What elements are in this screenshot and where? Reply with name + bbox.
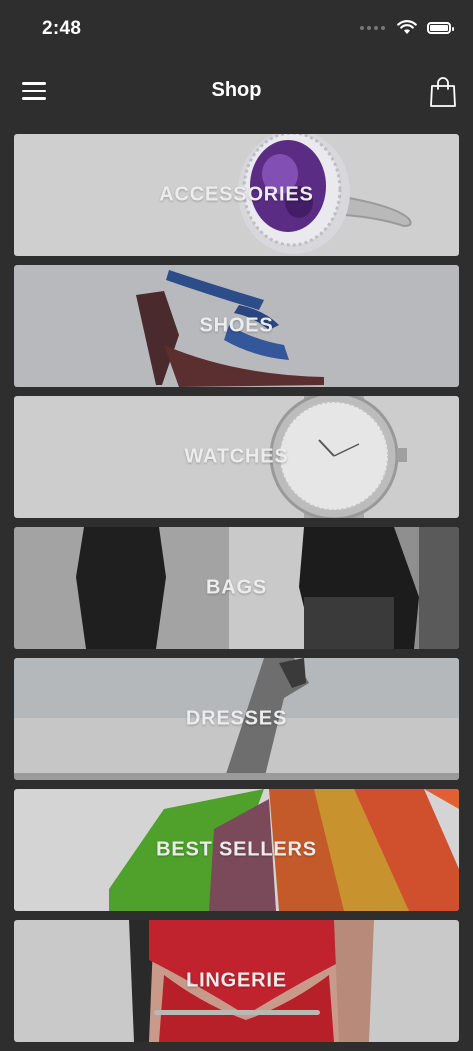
status-time: 2:48	[42, 18, 82, 39]
page-title: Shop	[211, 79, 262, 101]
category-label: DRESSES	[185, 707, 288, 730]
status-bar: 2:48	[0, 0, 473, 58]
wifi-icon	[397, 20, 417, 34]
category-label: LINGERIE	[186, 969, 287, 992]
battery-icon	[427, 21, 454, 34]
home-indicator[interactable]	[154, 1010, 320, 1015]
shopping-bag-icon[interactable]	[429, 76, 457, 108]
category-card-watches[interactable]: WATCHES	[14, 396, 459, 518]
category-label: ACCESSORIES	[159, 183, 314, 206]
category-card-dresses[interactable]: DRESSES	[14, 658, 459, 780]
category-label: BEST SELLERS	[156, 838, 317, 861]
category-label: SHOES	[199, 314, 274, 337]
category-list: ACCESSORIES SHOES WATCHES BAGS DRESSES B…	[14, 134, 459, 1051]
category-card-shoes[interactable]: SHOES	[14, 265, 459, 387]
category-card-accessories[interactable]: ACCESSORIES	[14, 134, 459, 256]
nav-bar: Shop	[0, 62, 473, 120]
category-label: WATCHES	[184, 445, 289, 468]
signal-dots-icon	[360, 25, 385, 30]
category-card-bags[interactable]: BAGS	[14, 527, 459, 649]
status-icons	[360, 20, 454, 35]
category-label: BAGS	[206, 576, 267, 599]
category-card-best-sellers[interactable]: BEST SELLERS	[14, 789, 459, 911]
